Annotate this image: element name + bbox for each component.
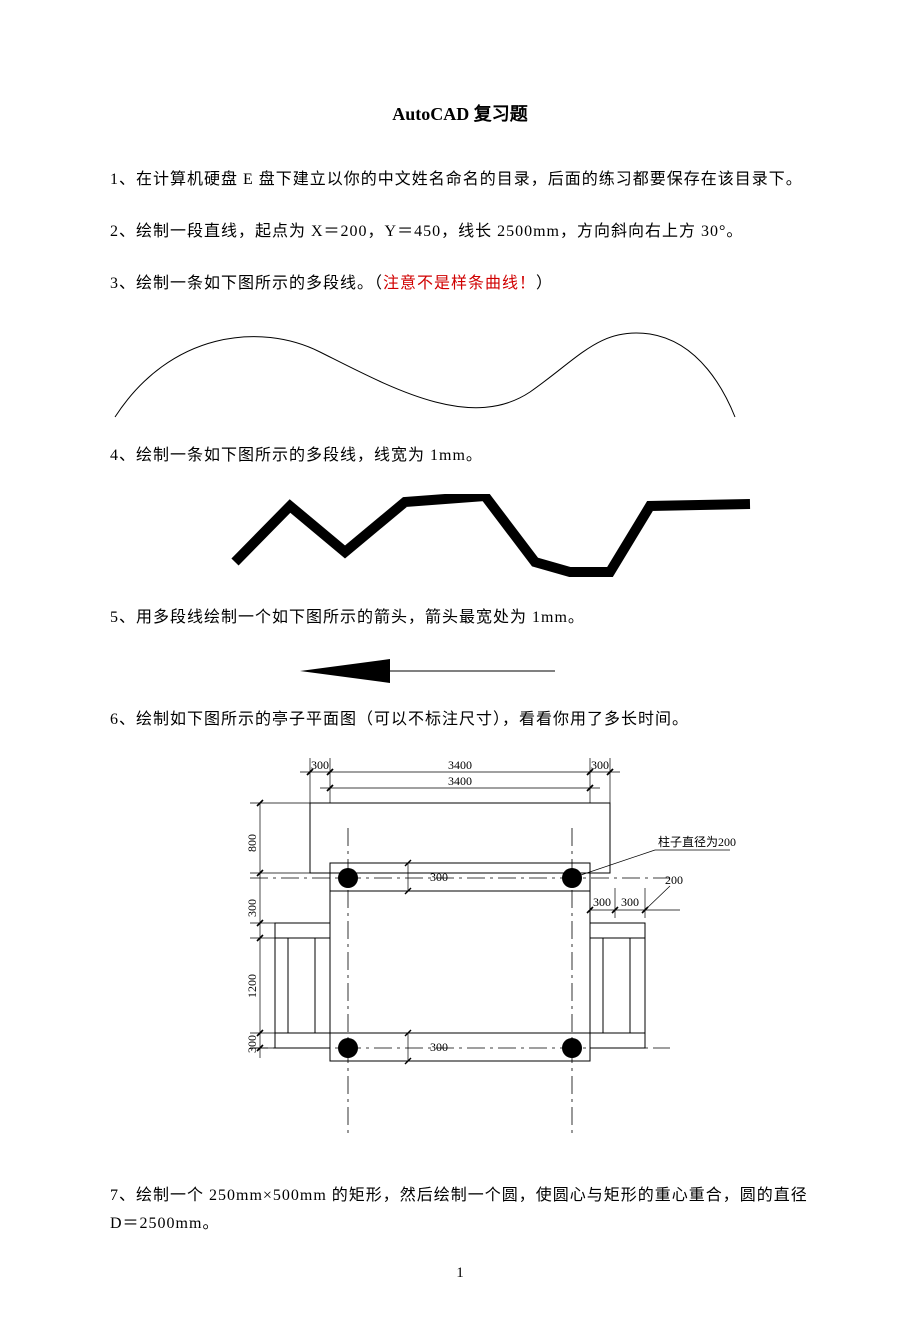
page-title: AutoCAD 复习题	[110, 100, 810, 126]
question-2: 2、绘制一段直线，起点为 X＝200，Y＝450，线长 2500mm，方向斜向右…	[110, 218, 810, 246]
question-3-text-b: ）	[536, 275, 553, 292]
dim-300-l1: 300	[245, 899, 259, 917]
question-5: 5、用多段线绘制一个如下图所示的箭头，箭头最宽处为 1mm。	[110, 604, 810, 632]
dim-300-beam-top: 300	[430, 870, 448, 884]
dim-300-r2: 300	[621, 895, 639, 909]
dimension-right-cluster: 300 300 200	[587, 873, 683, 918]
dim-300-r1: 300	[593, 895, 611, 909]
dim-200-r: 200	[665, 873, 683, 887]
document-page: AutoCAD 复习题 1、在计算机硬盘 E 盘下建立以你的中文姓名命名的目录，…	[0, 0, 920, 1322]
page-number: 1	[0, 1265, 920, 1282]
dim-800-label: 800	[245, 834, 259, 852]
figure-polyline-thick	[230, 494, 790, 584]
dim-300-beam-bot: 300	[430, 1040, 448, 1054]
question-3-text-a: 3、绘制一条如下图所示的多段线。（	[110, 275, 383, 292]
figure-pavilion-plan: 300 3400 300 3400 柱子直径为200 300 300	[160, 758, 760, 1158]
dim-300-label: 300	[311, 758, 329, 772]
figure-arrow	[300, 656, 560, 686]
dim-300-l2: 300	[245, 1035, 259, 1053]
dim-3400-label: 3400	[448, 758, 472, 772]
column-note: 柱子直径为200	[572, 834, 736, 878]
column-note-label: 柱子直径为200	[658, 834, 736, 849]
question-6: 6、绘制如下图所示的亭子平面图（可以不标注尺寸），看看你用了多长时间。	[110, 706, 810, 734]
question-3: 3、绘制一条如下图所示的多段线。（注意不是样条曲线！）	[110, 270, 810, 298]
dimension-beam-depth-top: 300	[402, 860, 480, 894]
figure-polyline-curve	[110, 322, 740, 422]
question-3-text-red: 注意不是样条曲线！	[383, 275, 536, 292]
question-7: 7、绘制一个 250mm×500mm 的矩形，然后绘制一个圆，使圆心与矩形的重心…	[110, 1182, 810, 1238]
question-4: 4、绘制一条如下图所示的多段线，线宽为 1mm。	[110, 442, 810, 470]
dim-1200-label: 1200	[245, 974, 259, 998]
dim-3400-label-2: 3400	[448, 774, 472, 788]
question-1: 1、在计算机硬盘 E 盘下建立以你的中文姓名命名的目录，后面的练习都要保存在该目…	[110, 166, 810, 194]
dimension-beam-depth-bottom: 300	[405, 1030, 448, 1064]
dim-300-label-r: 300	[591, 758, 609, 772]
dimension-top-row: 300 3400 300 3400	[300, 758, 620, 803]
